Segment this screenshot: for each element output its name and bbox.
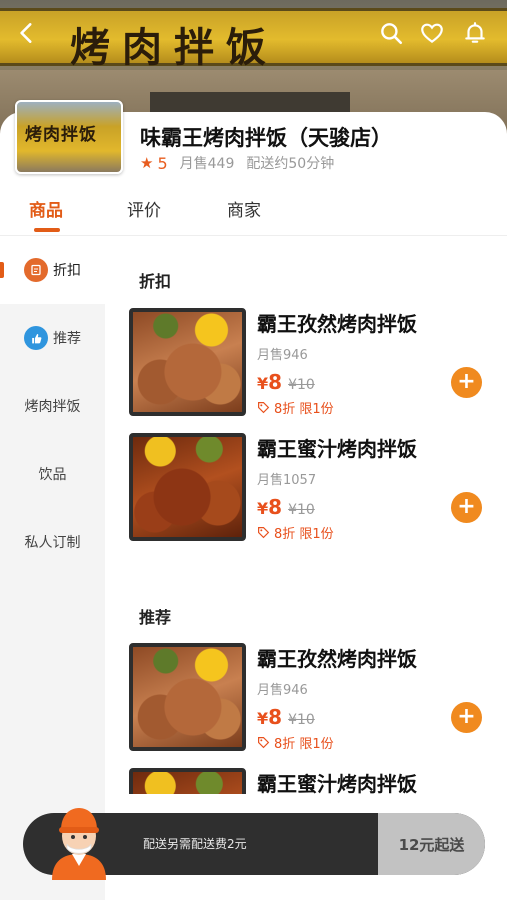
- store-delivery-time: 配送约50分钟: [246, 156, 335, 172]
- product-image[interactable]: [129, 768, 246, 794]
- product-card[interactable]: 霸王蜜汁烤肉拌饭 月售1057 ¥ 8 ¥10 8折 限1份 +: [129, 433, 489, 543]
- price-row: ¥ 8 ¥10: [257, 495, 315, 519]
- star-icon: ★: [140, 154, 154, 172]
- promo-tag: 8折 限1份: [257, 733, 334, 752]
- promo-text: 8折 限1份: [274, 527, 334, 542]
- section-discount: 折扣 霸王孜然烤肉拌饭 月售946 ¥ 8 ¥10 8折 限1份 + 霸王蜜汁烤…: [113, 244, 499, 560]
- store-logo: 烤肉拌饭: [15, 100, 123, 174]
- favorite-button[interactable]: [417, 18, 447, 48]
- banner-sign-text: 烤肉拌饭: [70, 24, 278, 71]
- product-card[interactable]: 霸王孜然烤肉拌饭 月售946 ¥ 8 ¥10 8折 限1份 +: [129, 308, 489, 418]
- product-image[interactable]: [129, 433, 246, 541]
- add-to-cart-button[interactable]: +: [451, 367, 482, 398]
- product-sales: 月售946: [257, 348, 308, 363]
- active-tab-indicator: [34, 228, 60, 232]
- product-card[interactable]: 霸王蜜汁烤肉拌饭: [129, 768, 489, 794]
- tag-icon: [257, 736, 270, 749]
- product-name: 霸王孜然烤肉拌饭: [257, 647, 417, 671]
- category-sidebar: 折扣 推荐 烤肉拌饭 饮品 私人订制: [0, 236, 105, 900]
- store-tabs: 商品 评价 商家: [0, 188, 507, 236]
- thumbs-up-icon: [24, 326, 48, 350]
- tag-icon: [257, 401, 270, 414]
- original-price: ¥10: [288, 712, 315, 728]
- sidebar-item-recommend[interactable]: 推荐: [0, 304, 105, 372]
- active-category-marker: [0, 262, 4, 278]
- add-to-cart-button[interactable]: +: [451, 492, 482, 523]
- sidebar-item-discount[interactable]: 折扣: [0, 236, 105, 304]
- price-currency: ¥: [257, 374, 269, 393]
- promo-tag: 8折 限1份: [257, 398, 334, 417]
- product-card[interactable]: 霸王孜然烤肉拌饭 月售946 ¥ 8 ¥10 8折 限1份 +: [129, 643, 489, 753]
- delivery-fee-note: 配送另需配送费2元: [143, 837, 247, 851]
- sidebar-item-label: 折扣: [53, 263, 81, 279]
- section-title: 折扣: [139, 272, 172, 291]
- sidebar-item-bbq-rice[interactable]: 烤肉拌饭: [0, 372, 105, 440]
- section-title: 推荐: [139, 608, 172, 627]
- tab-merchant[interactable]: 商家: [227, 196, 261, 221]
- product-sales: 月售946: [257, 683, 308, 698]
- discount-icon: [24, 258, 48, 282]
- product-name: 霸王蜜汁烤肉拌饭: [257, 772, 417, 794]
- original-price: ¥10: [288, 377, 315, 393]
- product-sales: 月售1057: [257, 473, 317, 488]
- store-logo-text: 烤肉拌饭: [25, 125, 97, 145]
- price-value: 8: [268, 495, 283, 519]
- promo-text: 8折 限1份: [274, 737, 334, 752]
- notification-button[interactable]: [460, 18, 490, 48]
- add-to-cart-button[interactable]: +: [451, 702, 482, 733]
- sidebar-item-label: 烤肉拌饭: [24, 399, 81, 415]
- price-row: ¥ 8 ¥10: [257, 370, 315, 394]
- promo-tag: 8折 限1份: [257, 523, 334, 542]
- search-icon: [381, 23, 403, 45]
- price-value: 8: [268, 705, 283, 729]
- store-monthly-sales: 月售449: [179, 156, 235, 172]
- product-name: 霸王孜然烤肉拌饭: [257, 312, 417, 336]
- store-name: 味霸王烤肉拌饭（天骏店）: [140, 126, 392, 150]
- back-icon: [20, 23, 32, 43]
- tab-reviews[interactable]: 评价: [127, 196, 161, 221]
- sidebar-item-label: 推荐: [53, 331, 81, 347]
- original-price: ¥10: [288, 502, 315, 518]
- promo-text: 8折 限1份: [274, 402, 334, 417]
- price-row: ¥ 8 ¥10: [257, 705, 315, 729]
- product-name: 霸王蜜汁烤肉拌饭: [257, 437, 417, 461]
- product-image[interactable]: [129, 643, 246, 751]
- tag-icon: [257, 526, 270, 539]
- bell-icon: [465, 22, 485, 43]
- price-currency: ¥: [257, 499, 269, 518]
- checkout-button[interactable]: 12元起送: [378, 813, 485, 875]
- product-image[interactable]: [129, 308, 246, 416]
- sidebar-item-label: 饮品: [38, 467, 67, 483]
- price-value: 8: [268, 370, 283, 394]
- sidebar-item-drinks[interactable]: 饮品: [0, 440, 105, 508]
- heart-icon: [421, 23, 443, 44]
- price-currency: ¥: [257, 709, 269, 728]
- courier-mascot-icon[interactable]: [48, 802, 110, 880]
- search-button[interactable]: [376, 18, 406, 48]
- back-button[interactable]: [12, 18, 42, 48]
- store-rating: 5: [157, 153, 168, 173]
- sidebar-item-label: 私人订制: [24, 535, 81, 551]
- tab-products[interactable]: 商品: [29, 196, 63, 221]
- sidebar-item-custom[interactable]: 私人订制: [0, 508, 105, 576]
- store-meta: ★ 5 月售449 配送约50分钟: [140, 153, 334, 173]
